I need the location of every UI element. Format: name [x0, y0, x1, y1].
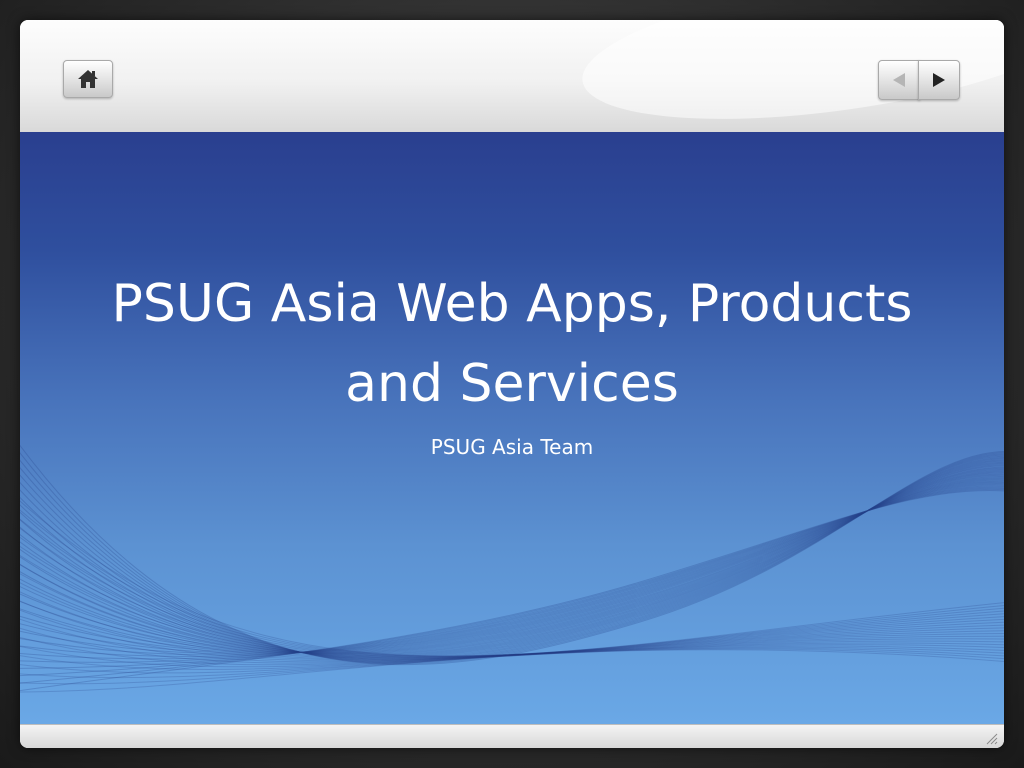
triangle-right-icon — [933, 73, 945, 87]
home-button[interactable] — [63, 60, 113, 98]
wave-lines-decoration — [20, 444, 1004, 693]
slide-navigation — [878, 60, 960, 100]
previous-slide-button[interactable] — [878, 60, 920, 100]
next-slide-button[interactable] — [918, 60, 960, 100]
home-icon — [78, 70, 98, 88]
slide-canvas: PSUG Asia Web Apps, Products and Service… — [20, 132, 1004, 724]
slide-title: PSUG Asia Web Apps, Products and Service… — [111, 274, 913, 414]
bottom-status-bar — [20, 724, 1004, 748]
slide-subtitle: PSUG Asia Team — [430, 435, 594, 459]
resize-grip-icon[interactable] — [984, 731, 998, 745]
top-toolbar — [20, 20, 1004, 132]
triangle-left-icon — [893, 73, 905, 87]
presentation-window: PSUG Asia Web Apps, Products and Service… — [20, 20, 1004, 748]
